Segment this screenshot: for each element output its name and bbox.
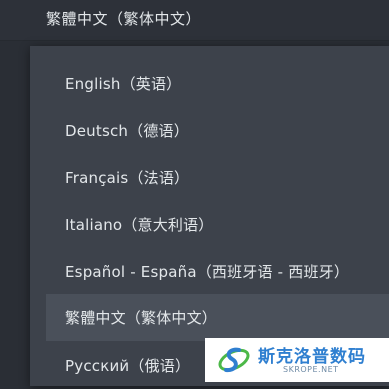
language-option-label: Español - España（西班牙语 - 西班牙） bbox=[65, 263, 350, 281]
language-option-french[interactable]: Français（法语） bbox=[30, 154, 389, 201]
watermark-logo-icon bbox=[218, 347, 250, 373]
language-option-italian[interactable]: Italiano（意大利语） bbox=[30, 201, 389, 248]
watermark-domain: SKROPE.NET bbox=[283, 365, 339, 374]
language-option-traditional-chinese[interactable]: 繁體中文（繁体中文） bbox=[46, 294, 389, 341]
language-option-english[interactable]: English（英语） bbox=[30, 60, 389, 107]
language-option-label: Français（法语） bbox=[65, 169, 190, 187]
language-option-label: Русский（俄语） bbox=[65, 357, 191, 375]
language-select-value: 繁體中文（繁体中文） bbox=[46, 10, 202, 28]
language-option-label: Italiano（意大利语） bbox=[65, 216, 214, 234]
language-option-label: English（英语） bbox=[65, 75, 182, 93]
language-option-label: 繁體中文（繁体中文） bbox=[65, 309, 218, 327]
language-option-label: Deutsch（德语） bbox=[65, 122, 189, 140]
language-option-spanish[interactable]: Español - España（西班牙语 - 西班牙） bbox=[30, 248, 389, 295]
language-dropdown-list: English（英语） Deutsch（德语） Français（法语） Ita… bbox=[30, 46, 389, 386]
language-select[interactable]: 繁體中文（繁体中文） bbox=[0, 0, 389, 41]
watermark-brand: 斯克洛普数码 bbox=[258, 347, 366, 367]
watermark: 斯克洛普数码 SKROPE.NET bbox=[205, 338, 389, 382]
language-option-german[interactable]: Deutsch（德语） bbox=[30, 107, 389, 154]
